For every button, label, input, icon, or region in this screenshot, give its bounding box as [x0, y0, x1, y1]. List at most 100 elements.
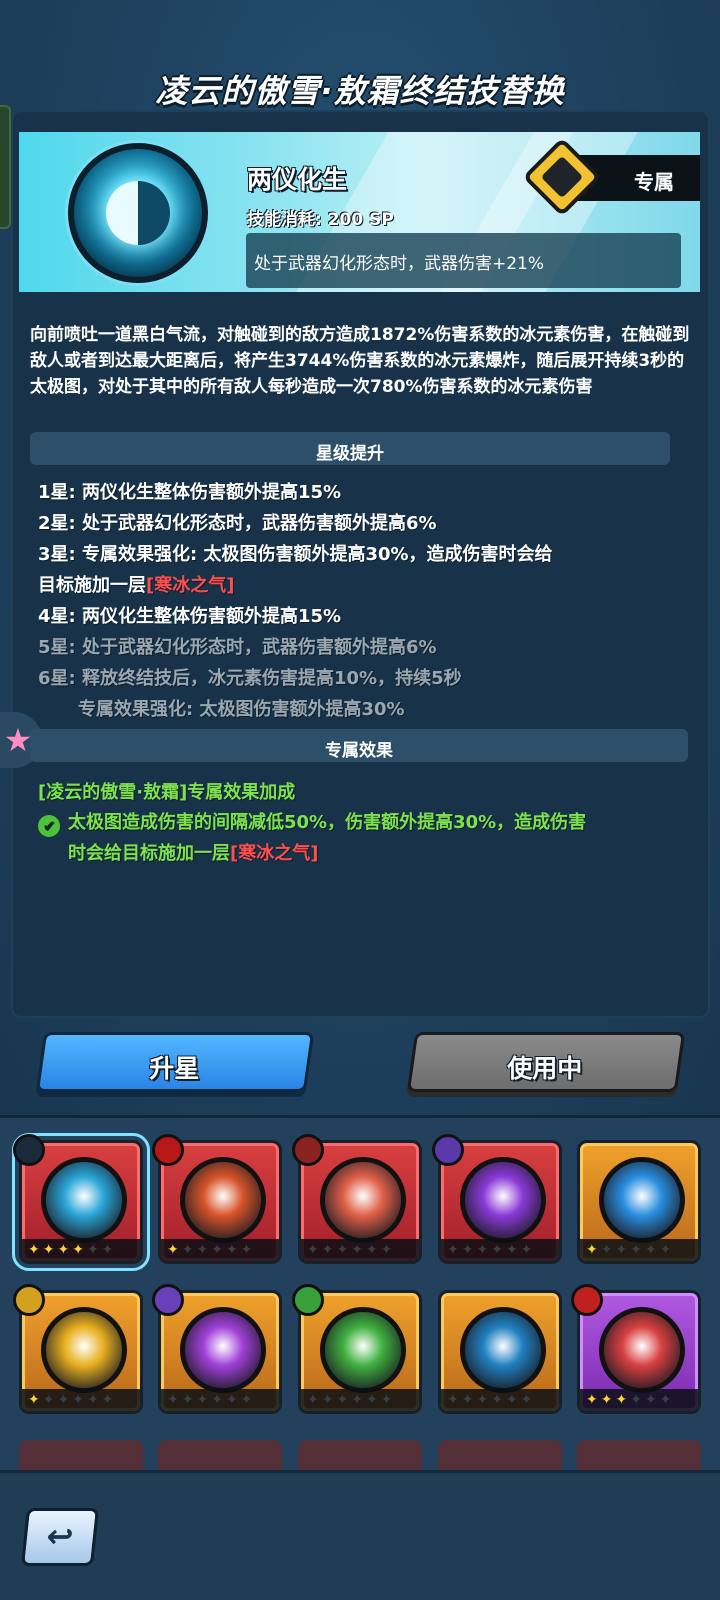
star-icon: ✦: [630, 1392, 645, 1408]
skill-effect: 处于武器幻化形态时，武器伤害+21%: [246, 233, 681, 288]
star-line-6-cont: 专属效果强化: 太极图伤害额外提高30%: [78, 699, 405, 720]
star-icon: ✦: [57, 1392, 73, 1408]
skill-orb-icon: [180, 1307, 266, 1393]
star-icon: ✦: [196, 1392, 212, 1408]
star-icon: ✦: [211, 1392, 226, 1408]
star-icon: ✦: [586, 1392, 601, 1408]
star-line-2: 2星: 处于武器幻化形态时，武器伤害额外提高6%: [38, 513, 437, 534]
star-line-1: 1星: 两仪化生整体伤害额外提高15%: [38, 482, 342, 503]
star-icon: ✦: [644, 1242, 660, 1258]
star-icon: ✦: [491, 1242, 506, 1258]
star-icon: ✦: [365, 1242, 381, 1258]
star-rating: ✦✦✦✦✦✦: [301, 1239, 419, 1261]
check-circle-icon: ✔: [38, 815, 60, 837]
star-icon: ✦: [28, 1242, 43, 1258]
star-icon: ✦: [167, 1242, 182, 1258]
side-tab[interactable]: [0, 105, 11, 229]
skill-orb-icon: [460, 1157, 546, 1243]
star-line-4: 4星: 两仪化生整体伤害额外提高15%: [38, 606, 342, 627]
exclusive-line-1: ✔ 太极图造成伤害的间隔减低50%，伤害额外提高30%，造成伤害: [38, 808, 586, 837]
star-rating: ✦✦✦✦✦✦: [22, 1239, 140, 1261]
star-rating: ✦✦✦✦✦✦: [441, 1389, 559, 1411]
character-badge-icon: [292, 1134, 324, 1166]
locked-card[interactable]: [577, 1440, 701, 1470]
star-icon: ✦: [380, 1392, 396, 1408]
star-icon: ✦: [336, 1242, 352, 1258]
star-icon: ✦: [101, 1242, 117, 1258]
locked-card[interactable]: [298, 1440, 422, 1470]
exclusive-title: [凌云的傲雪·敖霜]专属效果加成: [38, 782, 296, 803]
star-rating: ✦✦✦✦✦✦: [580, 1239, 698, 1261]
skill-orb-icon: [320, 1157, 406, 1243]
star-line-3-cont-text: 目标施加一层: [38, 575, 146, 596]
star-icon: ✦: [167, 1392, 182, 1408]
star-icon: ✦: [476, 1242, 492, 1258]
star-icon: ✦: [461, 1392, 477, 1408]
star-icon: ✦: [630, 1242, 645, 1258]
star-icon: ✦: [307, 1242, 322, 1258]
character-badge-icon: [13, 1284, 45, 1316]
star-rating: ✦✦✦✦✦✦: [161, 1389, 279, 1411]
skill-card[interactable]: ✦✦✦✦✦✦: [577, 1140, 701, 1264]
star-icon: ✦: [505, 1242, 521, 1258]
exclusive-line-2-text: 时会给目标施加一层: [68, 843, 230, 864]
exclusive-line-1-text: 太极图造成伤害的间隔减低50%，伤害额外提高30%，造成伤害: [68, 812, 587, 833]
character-badge-icon: [152, 1284, 184, 1316]
exclusive-effect-heading: 专属效果: [30, 729, 688, 762]
cold-qi-keyword: [寒冰之气]: [146, 575, 235, 596]
star-icon: ✦: [72, 1392, 87, 1408]
star-rating: ✦✦✦✦✦✦: [22, 1389, 140, 1411]
star-icon: ✦: [461, 1242, 477, 1258]
in-use-button[interactable]: 使用中: [406, 1032, 686, 1092]
star-icon: ✦: [447, 1392, 462, 1408]
skill-orb-icon: [41, 1307, 127, 1393]
star-icon: ✦: [491, 1392, 506, 1408]
star-icon: ✦: [181, 1392, 197, 1408]
star-icon: ✦: [211, 1242, 226, 1258]
star-icon: ✦: [644, 1392, 660, 1408]
star-icon: ✦: [307, 1392, 322, 1408]
skill-description: 向前喷吐一道黑白气流，对触碰到的敌方造成1872%伤害系数的冰元素伤害，在触碰到…: [30, 325, 690, 397]
star-rating: ✦✦✦✦✦✦: [441, 1239, 559, 1261]
star-line-3: 3星: 专属效果强化: 太极图伤害额外提高30%，造成伤害时会给: [38, 544, 553, 565]
skill-orb-icon: [180, 1157, 266, 1243]
back-arrow-icon[interactable]: ↩: [20, 1508, 100, 1566]
star-icon: ✦: [351, 1242, 366, 1258]
star-icon: ✦: [600, 1392, 616, 1408]
locked-card[interactable]: [19, 1440, 143, 1470]
skill-card[interactable]: ✦✦✦✦✦✦: [438, 1290, 562, 1414]
star-icon: ✦: [600, 1242, 616, 1258]
character-badge-icon: [13, 1134, 45, 1166]
star-icon: ✦: [86, 1242, 102, 1258]
bottom-bar: [0, 1470, 720, 1600]
star-icon: ✦: [321, 1392, 337, 1408]
star-icon: ✦: [225, 1392, 241, 1408]
star-icon: ✦: [615, 1242, 631, 1258]
exclusive-line-2: 时会给目标施加一层[寒冰之气]: [68, 839, 318, 865]
page-title: 凌云的傲雪·敖霜终结技替换: [155, 72, 565, 110]
cold-qi-keyword: [寒冰之气]: [230, 843, 319, 864]
star-icon: ✦: [659, 1242, 675, 1258]
star-icon: ✦: [72, 1242, 87, 1258]
star-icon: ✦: [380, 1242, 396, 1258]
star-icon: ✦: [42, 1392, 58, 1408]
upgrade-star-button[interactable]: 升星: [35, 1032, 315, 1092]
star-icon: ✦: [336, 1392, 352, 1408]
locked-card[interactable]: [158, 1440, 282, 1470]
star-icon: ✦: [196, 1242, 212, 1258]
star-line-6: 6星: 释放终结技后，冰元素伤害提高10%，持续5秒: [38, 668, 462, 689]
star-rating: ✦✦✦✦✦✦: [161, 1239, 279, 1261]
yin-yang-icon: [106, 181, 170, 245]
skill-name: 两仪化生: [247, 165, 348, 194]
locked-card[interactable]: [438, 1440, 562, 1470]
character-badge-icon: [292, 1284, 324, 1316]
star-icon: ✦: [181, 1242, 197, 1258]
star-icon: ✦: [28, 1392, 43, 1408]
skill-orb-icon: [599, 1157, 685, 1243]
skill-icon: [68, 143, 208, 283]
star-icon: ✦: [240, 1392, 256, 1408]
star-icon: ✦: [321, 1242, 337, 1258]
star-icon: ✦: [520, 1392, 536, 1408]
upgrade-star-label: 升星: [149, 1054, 200, 1083]
skill-orb-icon: [41, 1157, 127, 1243]
